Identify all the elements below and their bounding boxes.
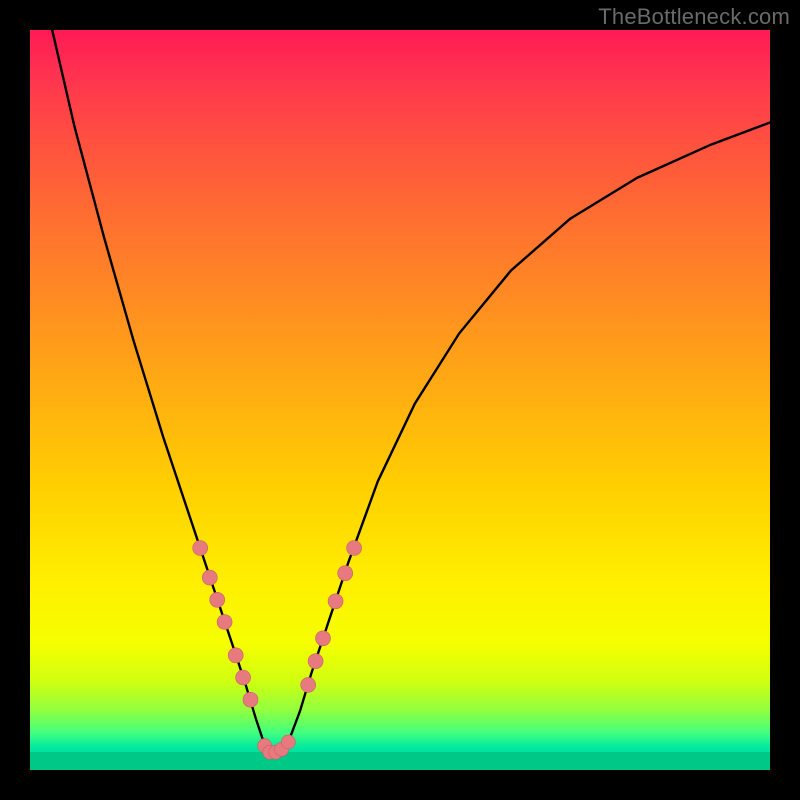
curve-markers: [193, 541, 362, 760]
curve-marker: [328, 594, 343, 609]
curve-marker: [193, 541, 208, 556]
curve-marker: [347, 541, 362, 556]
curve-marker: [281, 735, 295, 749]
curve-marker: [338, 566, 353, 581]
curve-marker: [236, 670, 251, 685]
chart-frame: TheBottleneck.com: [0, 0, 800, 800]
curve-marker: [316, 631, 331, 646]
curve-marker: [243, 692, 258, 707]
chart-svg: [30, 30, 770, 770]
curve-marker: [202, 570, 217, 585]
curve-marker: [308, 654, 323, 669]
watermark-text: TheBottleneck.com: [598, 4, 790, 30]
curve-marker: [228, 648, 243, 663]
chart-plot-area: [30, 30, 770, 770]
curve-marker: [301, 677, 316, 692]
bottleneck-curve: [52, 30, 770, 752]
curve-marker: [210, 592, 225, 607]
curve-marker: [217, 615, 232, 630]
